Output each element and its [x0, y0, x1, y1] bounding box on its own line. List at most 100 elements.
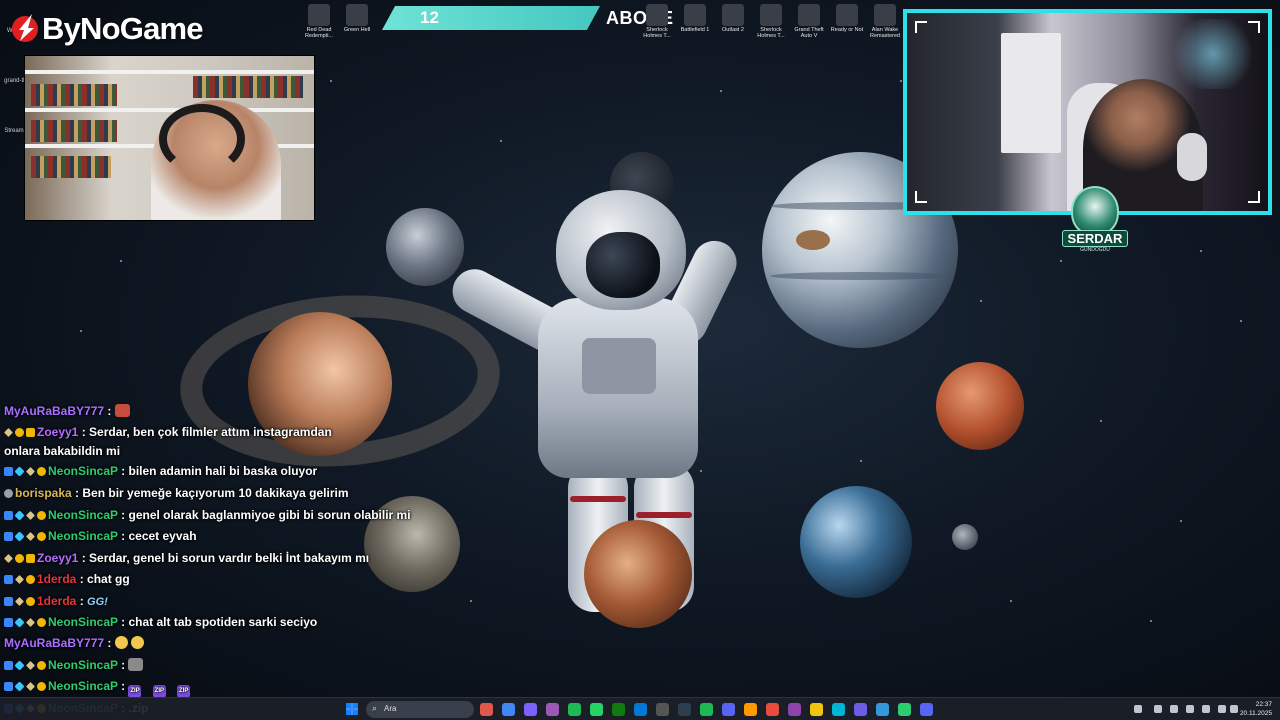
chat-message: NeonSincaP : cecet eyvah: [4, 527, 370, 546]
chat-username[interactable]: borispaka: [15, 486, 72, 500]
clock[interactable]: 22:37 20.11.2025: [1240, 700, 1272, 718]
frame-corner: [1248, 191, 1260, 203]
taskbar-app-icon[interactable]: [524, 703, 537, 716]
taskbar-app-icon[interactable]: [766, 703, 779, 716]
leg-stripe: [636, 512, 692, 518]
gold-badge-icon: [37, 661, 46, 670]
chat-username[interactable]: NeonSincaP: [48, 464, 118, 478]
chat-username[interactable]: MyAuRaBaBY777: [4, 404, 104, 418]
chat-username[interactable]: Zoeyy1: [37, 425, 78, 439]
sub-badge-icon: [4, 661, 13, 670]
chat-separator: :: [76, 572, 88, 586]
taskbar-app-icon[interactable]: [678, 703, 691, 716]
chat-username[interactable]: MyAuRaBaBY777: [4, 636, 104, 650]
follower-count: 12: [420, 8, 439, 27]
taskbar-app-icon[interactable]: [634, 703, 647, 716]
red-emote-icon: [114, 404, 130, 417]
chat-username[interactable]: Zoeyy1: [37, 551, 78, 565]
chat-separator: :: [78, 551, 90, 565]
volume-icon[interactable]: [1230, 705, 1238, 713]
chat-separator: :: [117, 508, 129, 522]
crown-badge-icon: [26, 554, 35, 563]
vip-badge-icon: [14, 466, 25, 477]
chat-username[interactable]: NeonSincaP: [48, 679, 118, 693]
chat-username[interactable]: NeonSincaP: [48, 658, 118, 672]
taskbar-app-icon[interactable]: [832, 703, 845, 716]
gold-badge-icon: [15, 428, 24, 437]
taskbar-app-icon[interactable]: [854, 703, 867, 716]
chat-username[interactable]: NeonSincaP: [48, 615, 118, 629]
red-planet: [936, 362, 1024, 450]
bluetooth-icon[interactable]: [1186, 705, 1194, 713]
sub-badge-icon: [4, 682, 13, 691]
taskbar-app-icon[interactable]: [744, 703, 757, 716]
taskbar-app-icon[interactable]: [590, 703, 603, 716]
gold-badge-icon: [37, 532, 46, 541]
network-icon[interactable]: [1218, 705, 1226, 713]
chat-username[interactable]: 1derda: [37, 572, 76, 586]
astronaut-visor: [586, 232, 660, 298]
game-cover-icon: [346, 4, 368, 26]
microphone: [1177, 133, 1207, 181]
chat-username[interactable]: 1derda: [37, 594, 76, 608]
chat-separator: :: [71, 486, 83, 500]
chat-username[interactable]: NeonSincaP: [48, 508, 118, 522]
game-shortcut[interactable]: Battlefield 1: [676, 2, 714, 33]
lava-planet: [584, 520, 692, 628]
start-button[interactable]: [346, 703, 358, 715]
search-box[interactable]: ⌕ Ara: [366, 701, 474, 718]
mod-badge-icon: [4, 489, 13, 498]
bookshelf-books: [31, 84, 117, 106]
frame-corner: [915, 191, 927, 203]
game-shortcut[interactable]: Green Hell: [338, 2, 376, 33]
game-cover-icon: [874, 4, 896, 26]
game-shortcut[interactable]: Alan Wake Remastered: [866, 2, 904, 39]
taskbar-app-icon[interactable]: [568, 703, 581, 716]
face-emote-icon: [114, 636, 128, 649]
taskbar-app-icon[interactable]: [810, 703, 823, 716]
chat-text: chat alt tab spotiden sarki seciyo: [128, 615, 318, 629]
leg-stripe: [570, 496, 626, 502]
chat-username[interactable]: NeonSincaP: [48, 529, 118, 543]
sub-badge-icon: [4, 467, 13, 476]
chat-message: MyAuRaBaBY777 :: [4, 402, 370, 421]
sub-badge-icon: [4, 511, 13, 520]
game-shortcut[interactable]: Outlast 2: [714, 2, 752, 33]
tray-app-icon[interactable]: [1170, 705, 1178, 713]
game-shortcut[interactable]: Sherlock Holmes T...: [752, 2, 790, 39]
game-shortcut[interactable]: Ready or Not: [828, 2, 866, 33]
game-shortcut[interactable]: Red Dead Redempti...: [300, 2, 338, 39]
game-cover-icon: [760, 4, 782, 26]
taskbar-app-icon[interactable]: [700, 703, 713, 716]
game-cover-icon: [646, 4, 668, 26]
taskbar-app-icon[interactable]: [502, 703, 515, 716]
gold-badge-icon: [26, 597, 35, 606]
taskbar-app-icon[interactable]: [656, 703, 669, 716]
star: [330, 80, 332, 82]
game-cover-icon: [308, 4, 330, 26]
search-placeholder: Ara: [384, 704, 397, 713]
star: [1200, 250, 1202, 252]
sword-badge-icon: [4, 428, 13, 437]
great-red-spot: [796, 230, 830, 250]
star: [900, 80, 902, 82]
chat-separator: :: [104, 636, 115, 650]
bookshelf-shelf: [25, 70, 314, 74]
taskbar-app-icon[interactable]: [722, 703, 735, 716]
chat-message: NeonSincaP : bilen adamin hali bi baska …: [4, 462, 370, 481]
earth-planet: [800, 486, 912, 598]
tray-app-icon[interactable]: [1154, 705, 1162, 713]
game-shortcut[interactable]: Grand Theft Auto V: [790, 2, 828, 39]
chevron-up-icon[interactable]: [1134, 705, 1142, 713]
taskbar-app-icon[interactable]: [876, 703, 889, 716]
game-shortcut[interactable]: Sherlock Holmes T...: [638, 2, 676, 39]
taskbar-app-icon[interactable]: [898, 703, 911, 716]
microphone-icon[interactable]: [1202, 705, 1210, 713]
astronaut-mascot-icon: [1071, 186, 1119, 236]
taskbar-app-icon[interactable]: [788, 703, 801, 716]
taskbar-app-icon[interactable]: [480, 703, 493, 716]
taskbar-app-icon[interactable]: [546, 703, 559, 716]
clock-date: 20.11.2025: [1239, 710, 1272, 717]
taskbar-app-icon[interactable]: [612, 703, 625, 716]
taskbar-app-icon[interactable]: [920, 703, 933, 716]
